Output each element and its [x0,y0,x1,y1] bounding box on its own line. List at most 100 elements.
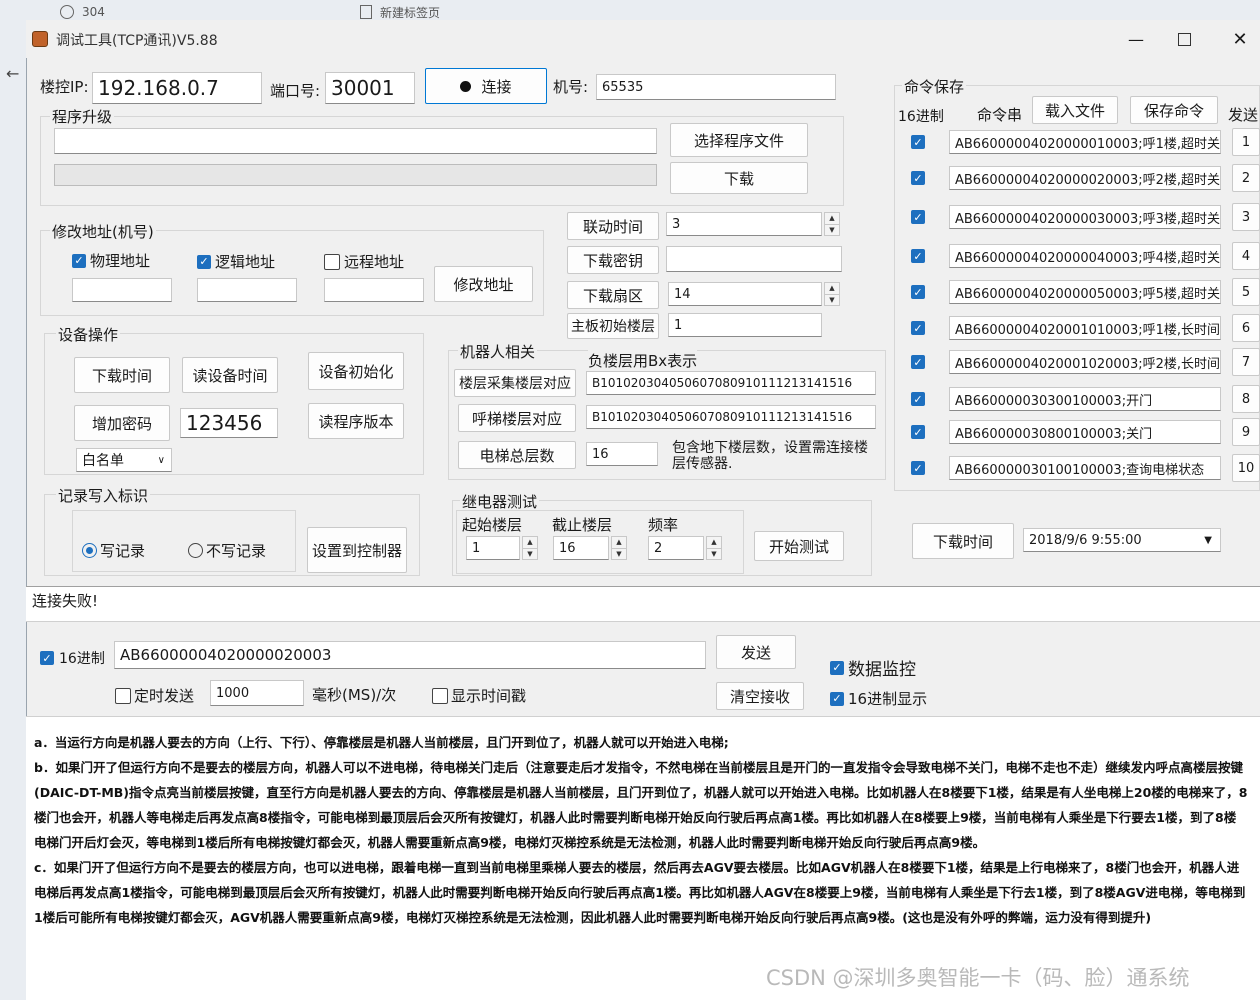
set-to-controller-button[interactable]: 设置到控制器 [307,527,407,573]
logical-address-checkbox[interactable]: ✓ 逻辑地址 [197,251,275,272]
download-key-input[interactable] [666,246,842,272]
command-string-input[interactable]: AB66000004020000030003;呼3楼,超时关门 [949,205,1221,229]
command-string-input[interactable]: AB660000030100100003;查询电梯状态 [949,456,1221,480]
total-floors-input[interactable]: 16 [586,442,658,466]
command-send-button[interactable]: 10 [1232,454,1260,482]
link-time-spinner[interactable]: ▲ ▼ [824,212,840,236]
device-init-button[interactable]: 设备初始化 [308,352,404,390]
timed-send-checkbox[interactable]: 定时发送 [115,685,194,706]
clear-receive-button[interactable]: 清空接收 [716,682,804,710]
notes-text: a．当运行方向是机器人要去的方向（上行、下行）、停靠楼层是机器人当前楼层，且门开… [34,730,1248,930]
physical-address-input[interactable] [72,278,172,302]
command-hex-checkbox[interactable]: ✓ [911,392,925,406]
read-device-time-button[interactable]: 读设备时间 [182,357,278,393]
send-hex-checkbox[interactable]: ✓ 16进制 [40,648,105,668]
command-send-button[interactable]: 2 [1232,164,1260,192]
machine-no-input[interactable]: 65535 [596,74,836,100]
read-version-button[interactable]: 读程序版本 [308,403,404,439]
command-hex-checkbox[interactable]: ✓ [911,285,925,299]
connect-button[interactable]: 连接 [425,68,547,104]
command-send-button[interactable]: 9 [1232,418,1260,446]
total-floors-button[interactable]: 电梯总层数 [458,441,576,469]
command-string-input[interactable]: AB660000030800100003;关门 [949,420,1221,444]
call-floor-button[interactable]: 呼梯楼层对应 [458,404,576,432]
hex-display-checkbox[interactable]: ✓ 16进制显示 [830,688,927,709]
command-hex-checkbox[interactable]: ✓ [911,321,925,335]
end-floor-input[interactable]: 16 [553,536,609,560]
floor-collect-input[interactable]: B101020304050607080910111213141516 [586,371,876,395]
link-time-input[interactable]: 3 [666,212,822,236]
add-password-button[interactable]: 增加密码 [74,405,170,441]
command-send-button[interactable]: 3 [1232,203,1260,231]
command-string-input[interactable]: AB66000004020001010003;呼1楼,长时间开门 [949,316,1221,340]
port-label: 端口号: [270,80,321,101]
show-timestamp-checkbox[interactable]: 显示时间戳 [432,685,526,706]
download-sector-button[interactable]: 下载扇区 [567,281,659,309]
command-string-input[interactable]: AB66000004020000020003;呼2楼,超时关门 [949,166,1221,190]
browser-tab-2[interactable]: 新建标签页 [360,4,640,20]
data-monitor-checkbox[interactable]: ✓ 数据监控 [830,655,916,680]
modify-address-button[interactable]: 修改地址 [434,266,533,302]
command-hex-checkbox[interactable]: ✓ [911,171,925,185]
remote-address-checkbox[interactable]: 远程地址 [324,251,404,272]
call-floor-input[interactable]: B101020304050607080910111213141516 [586,405,876,429]
remote-address-input[interactable] [324,278,424,302]
download-time-button[interactable]: 下载时间 [74,357,170,393]
save-command-button[interactable]: 保存命令 [1130,96,1218,124]
command-send-button[interactable]: 5 [1232,278,1260,306]
close-button[interactable]: ✕ [1220,24,1260,54]
end-floor-spinner[interactable]: ▲ ▼ [611,536,627,560]
board-init-floor-input[interactable]: 1 [668,313,822,337]
ip-input[interactable]: 192.168.0.7 [92,72,262,104]
frequency-spinner[interactable]: ▲ ▼ [706,536,722,560]
title-bar: 调试工具(TCP通讯)V5.88 — ✕ [26,20,1260,58]
download-time-button-2[interactable]: 下载时间 [912,523,1014,559]
upgrade-file-path[interactable] [54,128,657,154]
radio-selected-icon [82,543,97,558]
download-sector-spinner[interactable]: ▲ ▼ [824,282,840,306]
maximize-button[interactable] [1164,24,1204,54]
start-test-button[interactable]: 开始测试 [754,531,844,561]
frequency-input[interactable]: 2 [648,536,704,560]
command-string-input[interactable]: AB66000004020000010003;呼1楼,超时关门 [949,130,1221,154]
command-string-input[interactable]: AB66000004020001020003;呼2楼,长时间开门 [949,350,1221,374]
interval-input[interactable]: 1000 [210,680,304,706]
status-panel [26,586,1260,622]
no-write-record-radio[interactable]: 不写记录 [188,540,266,561]
command-hex-checkbox[interactable]: ✓ [911,135,925,149]
command-string-input[interactable]: AB66000004020000040003;呼4楼,超时关门 [949,244,1221,268]
download-key-button[interactable]: 下载密钥 [567,246,659,274]
command-send-button[interactable]: 7 [1232,348,1260,376]
command-hex-checkbox[interactable]: ✓ [911,425,925,439]
command-string-input[interactable]: AB660000030300100003;开门 [949,387,1221,411]
send-button[interactable]: 发送 [716,635,796,669]
command-string-input[interactable]: AB66000004020000050003;呼5楼,超时关门 [949,280,1221,304]
load-file-button[interactable]: 载入文件 [1032,96,1118,124]
link-time-button[interactable]: 联动时间 [567,212,659,240]
send-input[interactable]: AB66000004020000020003 [114,641,706,669]
logical-address-input[interactable] [197,278,297,302]
select-file-button[interactable]: 选择程序文件 [670,123,808,157]
board-init-floor-button[interactable]: 主板初始楼层 [567,313,659,339]
command-hex-checkbox[interactable]: ✓ [911,249,925,263]
start-floor-input[interactable]: 1 [466,536,520,560]
download-button[interactable]: 下载 [670,162,808,194]
command-send-button[interactable]: 8 [1232,385,1260,413]
start-floor-spinner[interactable]: ▲ ▼ [522,536,538,560]
command-send-button[interactable]: 6 [1232,314,1260,342]
list-select[interactable]: 白名单 ∨ [76,448,172,472]
password-input[interactable]: 123456 [180,408,278,438]
physical-address-checkbox[interactable]: ✓ 物理地址 [72,250,150,271]
download-sector-input[interactable]: 14 [668,282,822,306]
write-record-radio[interactable]: 写记录 [82,540,145,561]
command-hex-checkbox[interactable]: ✓ [911,461,925,475]
port-input[interactable]: 30001 [325,72,415,104]
command-send-button[interactable]: 1 [1232,128,1260,156]
browser-tab-1[interactable]: 304 [60,4,340,20]
minimize-button[interactable]: — [1116,24,1156,54]
floor-collect-button[interactable]: 楼层采集楼层对应 [454,369,576,397]
command-send-button[interactable]: 4 [1232,242,1260,270]
command-hex-checkbox[interactable]: ✓ [911,210,925,224]
command-hex-checkbox[interactable]: ✓ [911,355,925,369]
datetime-picker[interactable]: 2018/9/6 9:55:00 ▼ [1023,528,1221,552]
